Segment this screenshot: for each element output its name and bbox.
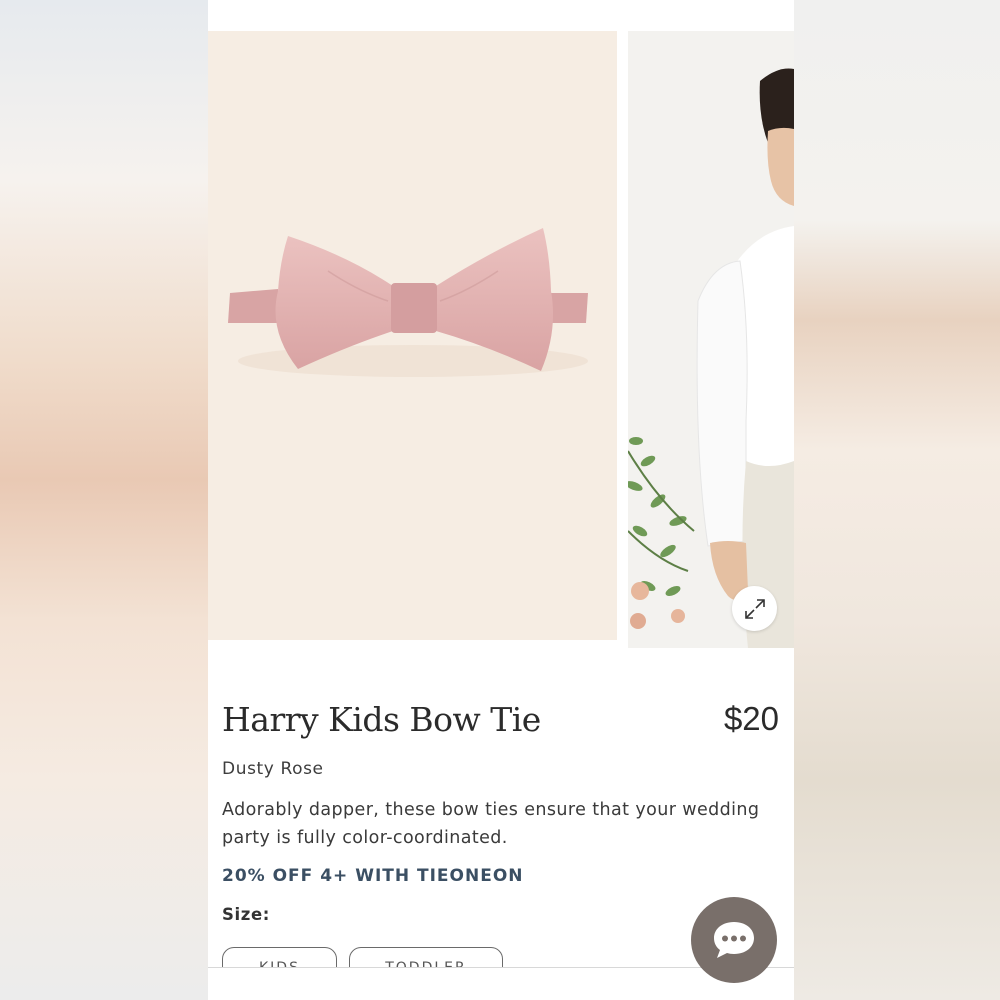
size-label: Size: [222, 905, 270, 924]
chat-bubble-icon [714, 922, 754, 958]
product-price: $20 [723, 700, 779, 737]
promo-code-banner: 20% OFF 4+ WITH TIEONEON [222, 866, 524, 886]
boy-in-white-shirt-illustration [628, 31, 794, 648]
blurred-background-left [0, 0, 208, 1000]
blurred-background-right [794, 0, 1000, 1000]
bow-tie-illustration [228, 228, 588, 377]
product-image-gallery[interactable] [208, 31, 794, 648]
expand-arrows-icon [744, 598, 765, 619]
product-page: Harry Kids Bow Tie $20 Dusty Rose Adorab… [208, 0, 794, 1000]
main-product-image[interactable] [208, 31, 617, 640]
expand-image-button[interactable] [732, 586, 777, 631]
secondary-product-image[interactable] [628, 31, 794, 648]
product-title: Harry Kids Bow Tie [222, 700, 541, 739]
product-description: Adorably dapper, these bow ties ensure t… [222, 800, 760, 848]
product-color-name: Dusty Rose [222, 759, 324, 779]
chat-button[interactable] [691, 897, 777, 983]
